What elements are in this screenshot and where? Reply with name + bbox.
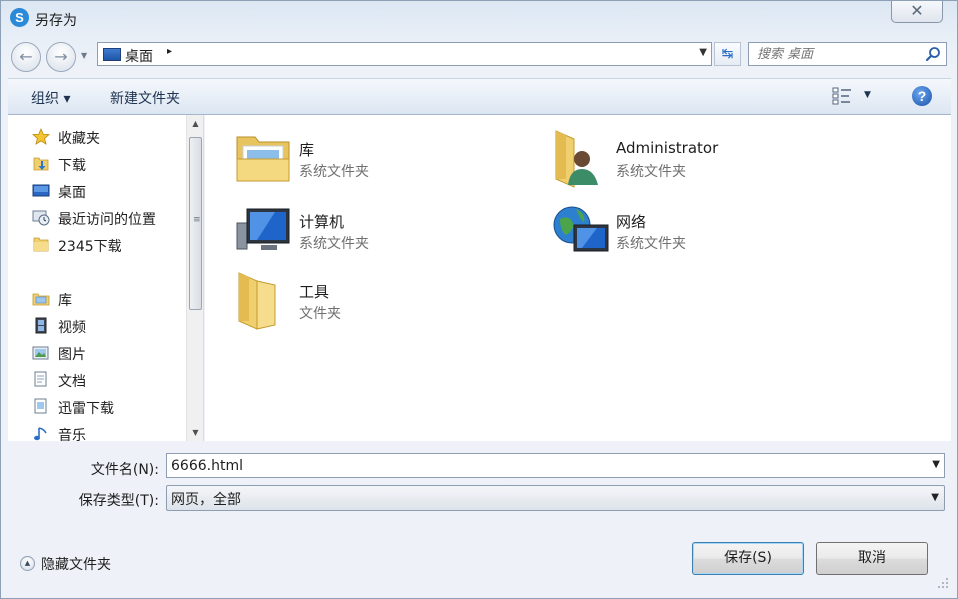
file-item-type: 文件夹 bbox=[299, 306, 341, 322]
command-bar: 组织 ▾ 新建文件夹 ▼ ? bbox=[8, 78, 951, 115]
library-icon bbox=[236, 136, 290, 182]
file-item-libraries[interactable]: 库 系统文件夹 bbox=[235, 129, 535, 195]
download-library-icon bbox=[34, 398, 47, 414]
sidebar-item-label: 桌面 bbox=[58, 185, 86, 201]
address-dropdown-icon[interactable]: ▼ bbox=[699, 47, 707, 58]
documents-icon bbox=[34, 371, 47, 387]
hide-folders-label[interactable]: 隐藏文件夹 bbox=[41, 554, 111, 574]
sidebar-item-documents[interactable]: 文档 bbox=[8, 368, 186, 392]
file-item-administrator[interactable]: Administrator 系统文件夹 bbox=[552, 129, 852, 195]
recent-locations-dropdown-icon[interactable]: ▼ bbox=[81, 51, 87, 60]
window-title: 另存为 bbox=[35, 13, 77, 29]
pictures-icon bbox=[32, 346, 49, 360]
navigation-pane-scrollbar[interactable]: ▲ ≡ ▼ bbox=[186, 115, 203, 441]
navigation-row: ← → ▼ 桌面 ▸ ▼ ↹ bbox=[1, 39, 957, 73]
filetype-dropdown-icon[interactable]: ▼ bbox=[931, 492, 939, 503]
file-list: 库 系统文件夹 Administrator 系统文件夹 计算机 系统文件夹 网络… bbox=[205, 115, 951, 441]
network-icon bbox=[553, 206, 609, 252]
sidebar-item-label: 2345下载 bbox=[58, 239, 122, 255]
sidebar-item-label: 视频 bbox=[58, 320, 86, 336]
sidebar-item-pictures[interactable]: 图片 bbox=[8, 341, 186, 365]
file-item-name: 计算机 bbox=[299, 213, 345, 231]
music-icon bbox=[34, 427, 47, 441]
sidebar-item-downloads[interactable]: 下载 bbox=[8, 152, 186, 176]
filename-dropdown-icon[interactable]: ▼ bbox=[932, 459, 940, 470]
library-icon bbox=[32, 293, 50, 306]
organize-menu[interactable]: 组织 ▾ bbox=[31, 88, 70, 108]
scrollbar-thumb[interactable]: ≡ bbox=[189, 137, 202, 310]
file-item-name: 网络 bbox=[616, 213, 647, 231]
new-folder-button[interactable]: 新建文件夹 bbox=[110, 88, 180, 108]
filename-label: 文件名(N): bbox=[90, 462, 159, 478]
sidebar-item-recent-places[interactable]: 最近访问的位置 bbox=[8, 206, 186, 230]
sidebar-item-desktop[interactable]: 桌面 bbox=[8, 179, 186, 203]
file-item-name: 库 bbox=[299, 141, 315, 159]
search-box[interactable] bbox=[748, 42, 947, 66]
file-item-tools[interactable]: 工具 文件夹 bbox=[235, 271, 535, 337]
sidebar-item-label: 下载 bbox=[58, 158, 86, 174]
desktop-icon bbox=[32, 184, 50, 197]
forward-button[interactable]: → bbox=[46, 42, 76, 72]
refresh-button[interactable]: ↹ bbox=[714, 42, 741, 66]
change-view-icon[interactable] bbox=[832, 87, 852, 105]
sidebar-item-label: 收藏夹 bbox=[58, 131, 100, 147]
file-item-type: 系统文件夹 bbox=[299, 164, 369, 180]
computer-icon bbox=[236, 208, 290, 250]
title-bar: S 另存为 ✕ bbox=[1, 1, 957, 37]
resize-grip-icon[interactable] bbox=[937, 577, 949, 589]
sidebar-item-label: 最近访问的位置 bbox=[58, 212, 156, 228]
file-item-type: 系统文件夹 bbox=[299, 236, 369, 252]
save-as-dialog: S 另存为 ✕ ← → ▼ 桌面 ▸ ▼ ↹ 组织 ▾ 新建文件夹 bbox=[0, 0, 958, 599]
filetype-value: 网页，全部 bbox=[171, 492, 241, 508]
filetype-label: 保存类型(T): bbox=[78, 493, 159, 509]
grip-icon: ≡ bbox=[193, 215, 201, 225]
sidebar-item-thunder-downloads[interactable]: 迅雷下载 bbox=[8, 395, 186, 419]
sidebar-item-label: 文档 bbox=[58, 374, 86, 390]
save-options-panel: 文件名(N): ▼ 保存类型(T): 网页，全部 ▼ ▲ 隐藏文件夹 保存(S)… bbox=[8, 441, 951, 591]
cancel-button[interactable]: 取消 bbox=[816, 542, 928, 575]
sidebar-item-label: 迅雷下载 bbox=[58, 401, 114, 417]
folder-icon bbox=[238, 272, 276, 330]
sidebar-item-2345-downloads[interactable]: 2345下载 bbox=[8, 233, 186, 257]
view-options-dropdown-icon[interactable]: ▼ bbox=[864, 90, 871, 100]
sidebar-item-label: 库 bbox=[58, 293, 72, 309]
filename-input[interactable] bbox=[171, 456, 911, 475]
file-item-type: 系统文件夹 bbox=[616, 236, 686, 252]
search-input[interactable] bbox=[757, 45, 917, 63]
file-item-name: Administrator bbox=[616, 139, 719, 157]
close-button[interactable]: ✕ bbox=[891, 1, 943, 23]
file-item-type: 系统文件夹 bbox=[616, 164, 686, 180]
sidebar-item-libraries[interactable]: 库 bbox=[8, 287, 186, 311]
breadcrumb-arrow-icon[interactable]: ▸ bbox=[167, 46, 172, 57]
save-button[interactable]: 保存(S) bbox=[692, 542, 804, 575]
back-button[interactable]: ← bbox=[11, 42, 41, 72]
sidebar-item-label: 图片 bbox=[58, 347, 86, 363]
search-icon[interactable] bbox=[925, 46, 941, 62]
breadcrumb-location[interactable]: 桌面 bbox=[125, 46, 153, 66]
sidebar-item-favorites[interactable]: 收藏夹 bbox=[8, 125, 186, 149]
star-icon bbox=[32, 128, 50, 145]
sidebar-item-videos[interactable]: 视频 bbox=[8, 314, 186, 338]
sidebar-item-label: 音乐 bbox=[58, 428, 86, 441]
folder-icon bbox=[33, 237, 49, 252]
scroll-up-arrow-icon[interactable]: ▲ bbox=[187, 115, 203, 132]
navigation-pane: 收藏夹 下载 桌面 最近访问的位置 2345下载 库 视频 图片 文档 迅雷下载… bbox=[8, 115, 204, 441]
desktop-icon bbox=[103, 48, 121, 61]
file-item-name: 工具 bbox=[299, 283, 330, 301]
file-item-computer[interactable]: 计算机 系统文件夹 bbox=[235, 201, 535, 267]
user-folder-icon bbox=[555, 130, 598, 188]
address-bar[interactable]: 桌面 ▸ ▼ bbox=[97, 42, 712, 66]
downloads-folder-icon bbox=[33, 157, 49, 171]
recent-places-icon bbox=[32, 210, 50, 226]
filetype-select[interactable]: 网页，全部 ▼ bbox=[166, 485, 945, 511]
collapse-arrow-icon[interactable]: ▲ bbox=[20, 556, 35, 571]
hide-folders-toggle[interactable]: ▲ 隐藏文件夹 bbox=[20, 554, 130, 574]
filename-combobox[interactable]: ▼ bbox=[166, 453, 945, 478]
help-icon[interactable]: ? bbox=[912, 86, 932, 106]
app-logo-icon: S bbox=[10, 8, 29, 27]
sidebar-item-music[interactable]: 音乐 bbox=[8, 422, 186, 441]
scroll-down-arrow-icon[interactable]: ▼ bbox=[187, 424, 203, 441]
videos-icon bbox=[35, 317, 47, 334]
file-item-network[interactable]: 网络 系统文件夹 bbox=[552, 201, 852, 267]
